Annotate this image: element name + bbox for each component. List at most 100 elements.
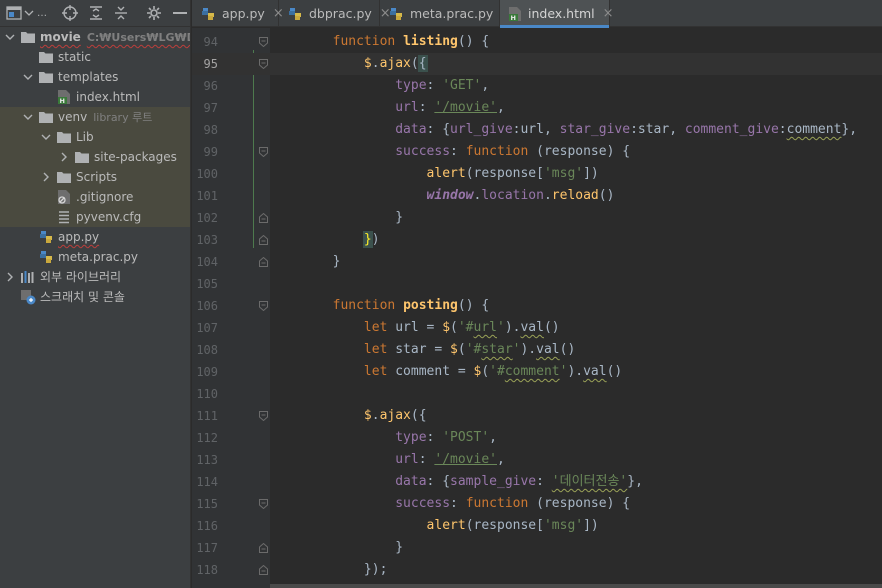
fold-close-icon[interactable] (259, 543, 268, 553)
code-token: : (426, 430, 443, 445)
fold-close-icon[interactable] (259, 235, 268, 245)
code-line[interactable]: 118 }); (192, 559, 882, 581)
fold-open-icon[interactable] (259, 499, 268, 509)
code-editor[interactable]: 94 function listing() {95 $.ajax({96 typ… (192, 28, 882, 588)
code-line[interactable]: 117 } (192, 537, 882, 559)
tree-item-lib[interactable]: Lib (0, 127, 190, 147)
code-token: function (465, 144, 537, 159)
tab-label: app.py (222, 6, 265, 21)
code-token: }); (270, 562, 388, 577)
collapse-all-icon[interactable] (113, 5, 129, 21)
code-line[interactable]: 97 url: '/movie', (192, 97, 882, 119)
tab-app-py[interactable]: app.py × (192, 0, 284, 27)
python-file-icon (388, 6, 404, 22)
tree-item-label: Scripts (76, 170, 118, 184)
code-token: ' (497, 320, 505, 335)
code-token: ({ (410, 408, 427, 423)
fold-close-icon[interactable] (259, 565, 268, 575)
code-text: $.ajax({ (270, 405, 427, 427)
svg-text:H: H (60, 97, 65, 105)
line-number: 101 (196, 189, 218, 203)
locate-icon[interactable] (62, 5, 78, 21)
code-line[interactable]: 104 } (192, 251, 882, 273)
close-icon[interactable]: × (603, 6, 614, 21)
chevron-down-icon[interactable] (22, 107, 34, 127)
line-number: 94 (203, 35, 218, 49)
fold-open-icon[interactable] (259, 147, 268, 157)
code-token: listing (403, 34, 458, 49)
code-token: ( (481, 364, 490, 379)
code-line[interactable]: 103 }) (192, 229, 882, 251)
code-line[interactable]: 99 success: function (response) { (192, 141, 882, 163)
code-line[interactable]: 112 type: 'POST', (192, 427, 882, 449)
tree-item-movie[interactable]: movieC:₩Users₩LG₩Deskto (0, 27, 190, 47)
code-line[interactable]: 111 $.ajax({ (192, 405, 882, 427)
code-line[interactable]: 107 let url = $('#url').val() (192, 317, 882, 339)
code-line[interactable]: 116 alert(response['msg']) (192, 515, 882, 537)
chevron-down-icon[interactable] (40, 127, 52, 147)
settings-icon[interactable] (146, 5, 162, 21)
fold-open-icon[interactable] (259, 411, 268, 421)
code-line[interactable]: 102 } (192, 207, 882, 229)
code-text: success: function (response) { (270, 493, 630, 515)
fold-close-icon[interactable] (259, 257, 268, 267)
fold-open-icon[interactable] (259, 37, 268, 47)
chevron-right-icon[interactable] (58, 147, 70, 167)
folder-icon (38, 69, 54, 85)
code-token: . (543, 188, 552, 203)
tree-item-pyvenv-cfg[interactable]: pyvenv.cfg (0, 207, 190, 227)
fold-close-icon[interactable] (259, 213, 268, 223)
expand-all-icon[interactable] (88, 5, 104, 21)
horizontal-scrollbar[interactable] (270, 584, 882, 588)
code-token: } (270, 254, 341, 269)
python-file-icon (287, 6, 303, 22)
chevron-down-icon[interactable] (4, 27, 16, 47)
code-line[interactable]: 114 data: {sample_give: '데이터전송'}, (192, 471, 882, 493)
chevron-right-icon[interactable] (40, 167, 52, 187)
tree-item-[interactable]: 스크래치 및 콘솔 (0, 287, 190, 307)
code-line[interactable]: 98 data: {url_give:url, star_give:star, … (192, 119, 882, 141)
tree-item-venv[interactable]: venv library 루트 (0, 107, 190, 127)
line-number: 106 (196, 299, 218, 313)
tab-dbprac-py[interactable]: dbprac.py × (279, 0, 391, 27)
code-line[interactable]: 100 alert(response['msg']) (192, 163, 882, 185)
tree-item-scripts[interactable]: Scripts (0, 167, 190, 187)
code-token: : (450, 144, 466, 159)
tree-item-gitignore[interactable]: .gitignore (0, 187, 190, 207)
hide-icon[interactable] (172, 5, 188, 21)
code-line[interactable]: 106 function posting() { (192, 295, 882, 317)
tree-item-meta-prac-py[interactable]: meta.prac.py (0, 247, 190, 267)
project-view-icon[interactable] (6, 5, 22, 21)
code-line[interactable]: 113 url: '/movie', (192, 449, 882, 471)
code-line[interactable]: 110 (192, 383, 882, 405)
line-number: 113 (196, 453, 218, 467)
code-text: type: 'GET', (270, 75, 489, 97)
tree-item-templates[interactable]: templates (0, 67, 190, 87)
code-line[interactable]: 105 (192, 273, 882, 295)
code-line[interactable]: 115 success: function (response) { (192, 493, 882, 515)
dropdown-icon[interactable] (24, 5, 34, 21)
code-token: () (559, 342, 576, 357)
tab-meta-prac-py[interactable]: meta.prac.py× (380, 0, 512, 27)
tree-item-app-py[interactable]: app.py (0, 227, 190, 247)
fold-open-icon[interactable] (259, 301, 268, 311)
code-token: let (363, 320, 396, 335)
fold-open-icon[interactable] (259, 59, 268, 69)
code-line[interactable]: 108 let star = $('#star').val() (192, 339, 882, 361)
code-line[interactable]: 94 function listing() { (192, 31, 882, 53)
chevron-down-icon[interactable] (22, 67, 34, 87)
tree-item-[interactable]: 외부 라이브러리 (0, 267, 190, 287)
code-token: '# (465, 342, 482, 357)
code-token: val (583, 364, 607, 379)
code-line[interactable]: 95 $.ajax({ (192, 53, 882, 75)
tree-item-static[interactable]: static (0, 47, 190, 67)
code-line[interactable]: 96 type: 'GET', (192, 75, 882, 97)
code-line[interactable]: 101 window.location.reload() (192, 185, 882, 207)
more-icon[interactable]: … (37, 5, 47, 21)
tree-item-index-html[interactable]: Hindex.html (0, 87, 190, 107)
code-line[interactable]: 109 let comment = $('#comment').val() (192, 361, 882, 383)
tree-item-site-packages[interactable]: site-packages (0, 147, 190, 167)
code-token: : { (426, 122, 451, 137)
tab-index-html[interactable]: Hindex.html × (500, 0, 614, 28)
chevron-right-icon[interactable] (4, 267, 16, 287)
